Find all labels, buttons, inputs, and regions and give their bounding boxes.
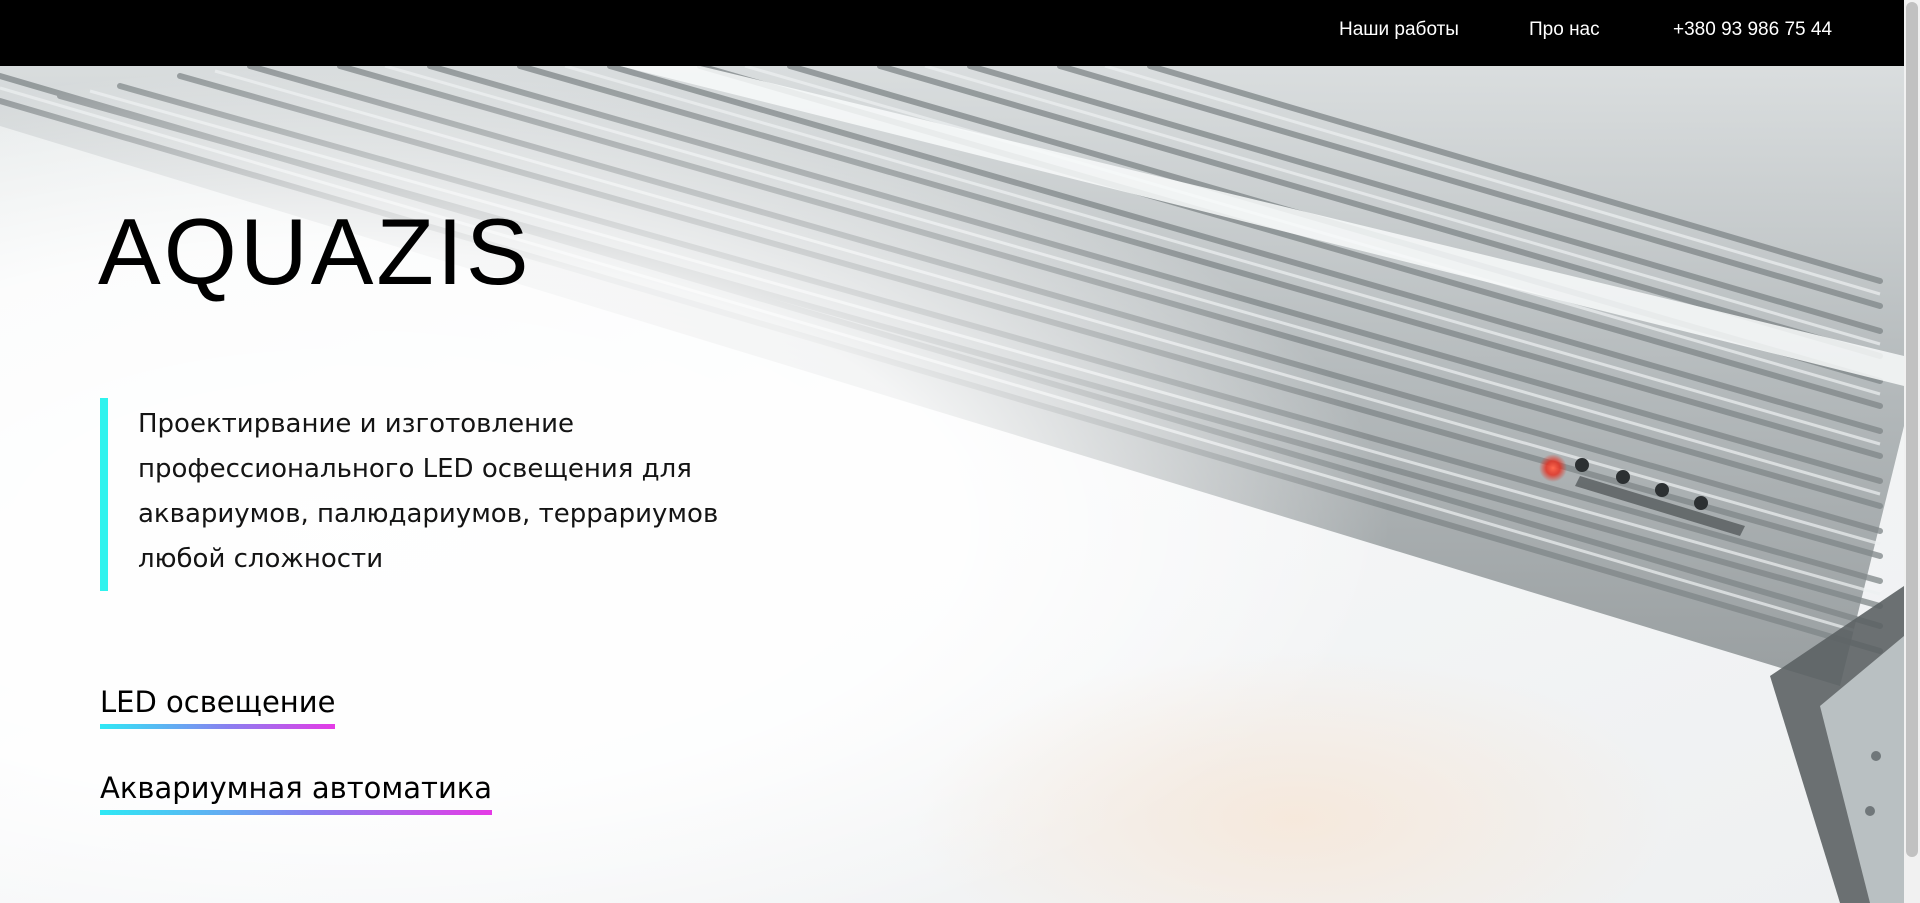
category-link-led-lighting[interactable]: LED освещение	[100, 685, 336, 729]
nav-link-about-us[interactable]: Про нас	[1529, 0, 1600, 66]
scrollbar-thumb[interactable]	[1906, 2, 1918, 857]
top-navigation-bar: Наши работы Про нас +380 93 986 75 44	[0, 0, 1904, 66]
category-link-label: Аквариумная автоматика	[100, 771, 493, 805]
tagline-text: Проектирвание и изготовление профессиона…	[138, 409, 719, 574]
nav-link-phone[interactable]: +380 93 986 75 44	[1673, 0, 1832, 66]
category-link-label: LED освещение	[100, 685, 336, 719]
brand-logo-text: AQUAZIS	[98, 199, 532, 304]
tagline-block: Проектирвание и изготовление профессиона…	[100, 398, 800, 591]
nav-link-our-works[interactable]: Наши работы	[1339, 0, 1459, 66]
gradient-underline	[100, 724, 336, 729]
tagline-accent-bar	[100, 398, 108, 591]
scrollbar-track[interactable]	[1904, 0, 1920, 903]
gradient-underline	[100, 810, 493, 815]
category-link-aquarium-automation[interactable]: Аквариумная автоматика	[100, 771, 493, 815]
page: Наши работы Про нас +380 93 986 75 44 AQ…	[0, 0, 1920, 903]
